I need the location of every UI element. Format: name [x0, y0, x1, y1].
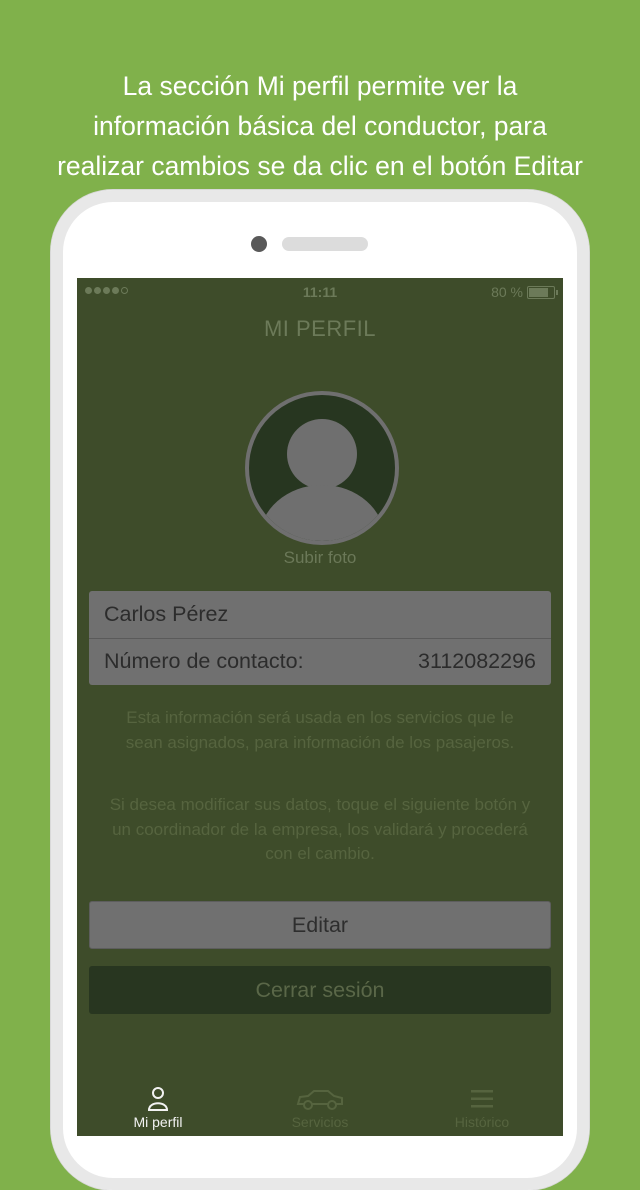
battery-percent: 80 % [491, 284, 523, 300]
menu-icon [471, 1090, 493, 1108]
tab-bar: Mi perfil Servicios Histórico [77, 1078, 563, 1136]
logout-button[interactable]: Cerrar sesión [89, 966, 551, 1014]
driver-name: Carlos Pérez [104, 601, 229, 626]
avatar[interactable] [245, 391, 399, 545]
contact-label: Número de contacto: [104, 649, 304, 673]
page-title: MI PERFIL [263, 316, 377, 341]
name-row: Carlos Pérez [89, 591, 551, 637]
info-note: Esta información será usada en los servi… [125, 708, 515, 752]
caption: La sección Mi perfil permite ver la info… [0, 66, 640, 186]
app-screen: 11:11 80 % MI PERFIL Subir foto Carlos P… [77, 278, 563, 1136]
upload-photo-link[interactable]: Subir foto [77, 548, 563, 568]
tab-label: Servicios [291, 1114, 349, 1130]
edit-button[interactable]: Editar [89, 901, 551, 949]
profile-info-card: Carlos Pérez Número de contacto: 3112082… [89, 591, 551, 685]
battery-icon [527, 285, 558, 299]
contact-value: 3112082296 [418, 649, 536, 673]
caption-line-3: realizar cambios se da clic en el botón … [57, 151, 583, 181]
car-icon [296, 1090, 343, 1110]
tab-servicios[interactable]: Servicios [239, 1078, 401, 1136]
battery-indicator: 80 % [491, 284, 558, 300]
tab-label: Mi perfil [133, 1114, 183, 1130]
tab-historico[interactable]: Histórico [401, 1078, 563, 1136]
avatar-body-icon [259, 485, 385, 541]
caption-line-1: La sección Mi perfil permite ver la [122, 71, 518, 101]
status-bar: 11:11 80 % [77, 278, 563, 306]
tab-label: Histórico [454, 1114, 510, 1130]
person-icon [147, 1087, 169, 1111]
camera-icon [251, 236, 267, 252]
avatar-head-icon [287, 419, 357, 489]
edit-note: Si desea modificar sus datos, toque el s… [109, 795, 531, 863]
caption-line-2: información básica del conductor, para [93, 111, 547, 141]
speaker-icon [282, 237, 368, 251]
contact-row: Número de contacto: 3112082296 [89, 638, 551, 684]
tab-mi-perfil[interactable]: Mi perfil [77, 1078, 239, 1136]
